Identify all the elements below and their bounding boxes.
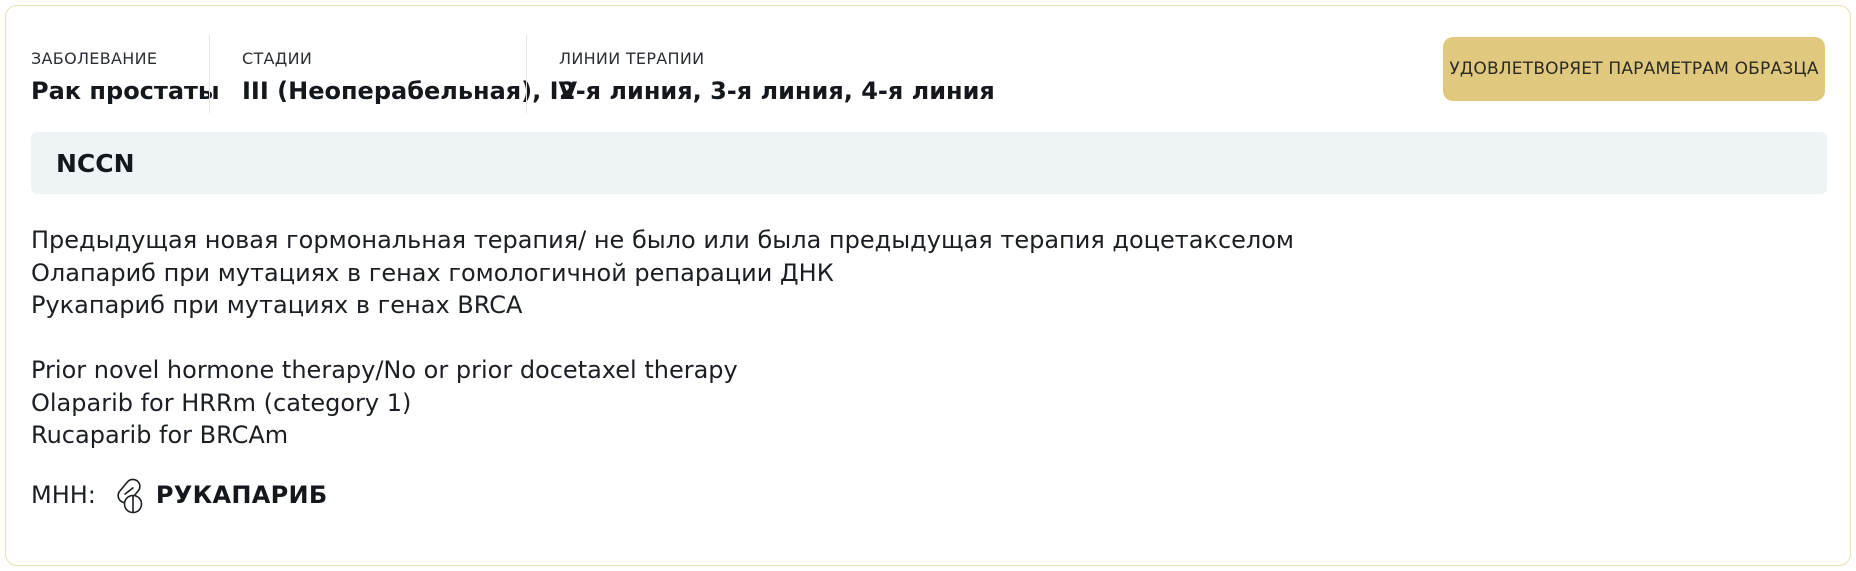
guideline-bar: NCCN bbox=[31, 132, 1827, 194]
pills-icon bbox=[110, 475, 150, 515]
description-line: Prior novel hormone therapy/No or prior … bbox=[31, 356, 738, 384]
description-line: Olaparib for HRRm (category 1) bbox=[31, 388, 412, 417]
inn-row: МНН: РУКАПАРИБ bbox=[31, 476, 328, 514]
indication-description: Предыдущая новая гормональная терапия/ н… bbox=[31, 224, 1811, 452]
disease-label: ЗАБОЛЕВАНИЕ bbox=[31, 49, 158, 68]
drug-name[interactable]: РУКАПАРИБ bbox=[156, 481, 328, 509]
disease-value: Рак простаты bbox=[31, 77, 220, 105]
therapy-lines-value: 2-я линия, 3-я линия, 4-я линия bbox=[559, 77, 995, 105]
meta-row: ЗАБОЛЕВАНИЕ Рак простаты СТАДИИ III (Нео… bbox=[31, 35, 1825, 113]
therapy-lines-label: ЛИНИИ ТЕРАПИИ bbox=[559, 49, 705, 68]
indication-card: ЗАБОЛЕВАНИЕ Рак простаты СТАДИИ III (Нео… bbox=[5, 5, 1851, 566]
description-line: Предыдущая новая гормональная терапия/ н… bbox=[31, 226, 1295, 254]
divider bbox=[526, 35, 527, 113]
guideline-title: NCCN bbox=[56, 148, 135, 178]
divider bbox=[209, 35, 210, 113]
description-line: Олапариб при мутациях в генах гомологичн… bbox=[31, 258, 834, 287]
inn-label: МНН: bbox=[31, 481, 96, 509]
disease-block: ЗАБОЛЕВАНИЕ Рак простаты bbox=[31, 35, 220, 113]
description-line: Rucaparib for BRCAm bbox=[31, 421, 289, 449]
description-line: Рукапариб при мутациях в генах BRCA bbox=[31, 291, 523, 319]
therapy-lines-block: ЛИНИИ ТЕРАПИИ 2-я линия, 3-я линия, 4-я … bbox=[559, 35, 995, 113]
matches-sample-badge[interactable]: УДОВЛЕТВОРЯЕТ ПАРАМЕТРАМ ОБРАЗЦА bbox=[1443, 37, 1825, 101]
